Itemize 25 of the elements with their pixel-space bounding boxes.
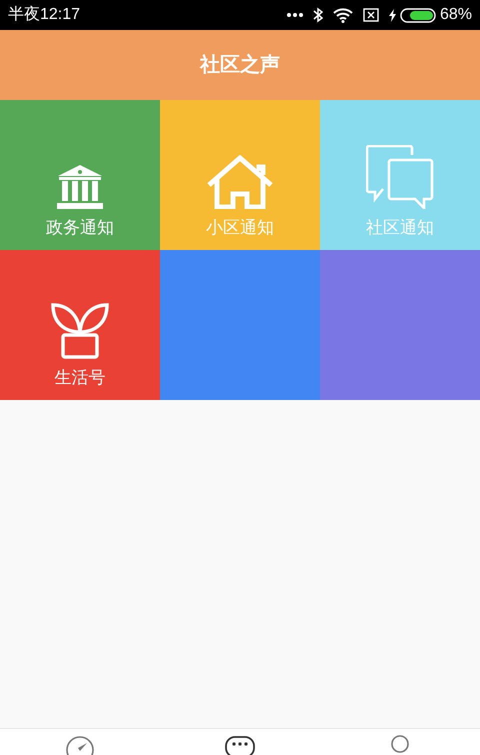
bluetooth-icon	[312, 7, 323, 23]
menu-tile[interactable]: 社区通知	[320, 100, 480, 250]
chat-icon[interactable]	[224, 735, 256, 755]
page-title: 社区之声	[200, 52, 280, 78]
menu-tile[interactable]: 生活号	[0, 250, 160, 400]
plant-pot-icon	[51, 303, 109, 359]
compass-icon[interactable]	[65, 735, 95, 755]
tile-label: 社区通知	[366, 219, 434, 236]
no-sim-icon	[362, 8, 379, 22]
blank-tile[interactable]	[320, 250, 480, 400]
tile-label: 政务通知	[46, 219, 114, 236]
tile-label: 生活号	[54, 369, 106, 386]
status-time: 半夜12:17	[8, 4, 80, 25]
battery-icon	[400, 8, 436, 22]
tile-label: 小区通知	[206, 219, 274, 236]
house-icon	[207, 155, 273, 209]
charging-icon	[388, 8, 396, 22]
chat-bubbles-icon	[366, 145, 434, 209]
bank-icon	[57, 165, 103, 209]
menu-tile[interactable]: 政务通知	[0, 100, 160, 250]
more-icon	[286, 13, 303, 17]
wifi-icon	[332, 8, 353, 22]
menu-tile[interactable]: 小区通知	[160, 100, 320, 250]
blank-tile[interactable]	[160, 250, 320, 400]
battery-percent: 68%	[440, 5, 472, 25]
